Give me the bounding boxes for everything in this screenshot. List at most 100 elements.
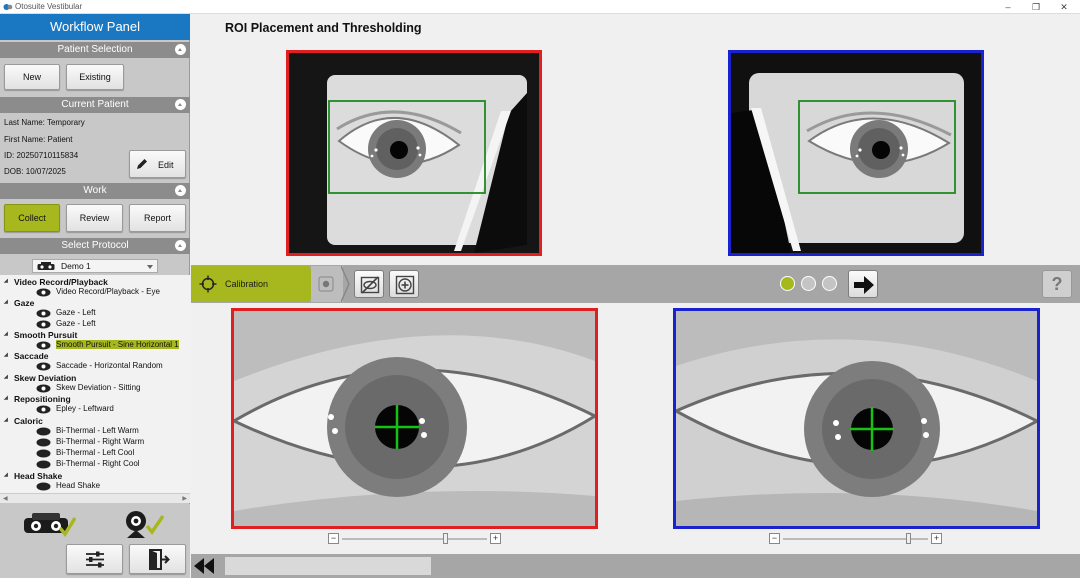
tree-group-head-shake[interactable]: Head Shake <box>4 471 62 481</box>
tree-group-smooth-pursuit[interactable]: Smooth Pursuit <box>4 330 77 340</box>
caloric-eye-icon <box>36 427 51 436</box>
left-threshold-increase-button[interactable]: + <box>490 533 501 544</box>
eye-icon <box>36 362 51 371</box>
collapse-icon[interactable] <box>175 44 186 55</box>
roi-left-eye-view[interactable] <box>286 50 542 256</box>
right-eye-camera-image <box>731 53 981 253</box>
tree-item-head-shake[interactable]: Head Shake <box>56 481 100 490</box>
workflow-panel: Workflow Panel Patient Selection New Exi… <box>0 14 190 578</box>
calibration-step-button[interactable]: Calibration <box>191 266 319 302</box>
tree-item-skew-deviation-sitting[interactable]: Skew Deviation - Sitting <box>56 383 140 392</box>
existing-patient-button[interactable]: Existing <box>66 64 124 90</box>
eye-icon <box>36 405 51 414</box>
calibration-toolbar: Calibration ? <box>191 265 1080 303</box>
right-threshold-slider[interactable]: − + <box>769 533 942 545</box>
edit-pencil-icon <box>137 159 147 169</box>
record-step-button[interactable] <box>311 266 343 302</box>
protocol-dropdown[interactable]: Demo 1 <box>32 259 158 273</box>
tree-group-skew-deviation[interactable]: Skew Deviation <box>4 373 76 383</box>
collapse-icon[interactable] <box>175 240 186 251</box>
tree-item-smooth-pursuit-sine[interactable]: Smooth Pursuit - Sine Horizontal 1 <box>56 340 179 349</box>
tree-item-epley-leftward[interactable]: Epley - Leftward <box>56 404 114 413</box>
left-eye-closeup-image <box>234 311 595 526</box>
exit-button[interactable] <box>129 544 186 574</box>
rewind-icon[interactable] <box>193 558 215 574</box>
patient-selection-header[interactable]: Patient Selection <box>0 42 190 58</box>
scroll-right-icon[interactable]: ▶ <box>182 495 187 502</box>
right-eye-closeup-image <box>676 311 1037 526</box>
tree-item-bithermal-left-warm[interactable]: Bi-Thermal - Left Warm <box>56 426 139 435</box>
new-patient-button[interactable]: New <box>4 64 60 90</box>
eye-icon <box>36 309 51 318</box>
left-threshold-slider[interactable]: − + <box>328 533 501 545</box>
calibration-step-label: Calibration <box>225 279 269 289</box>
add-roi-button[interactable] <box>389 270 419 298</box>
caloric-eye-icon <box>36 482 51 491</box>
settings-button[interactable] <box>66 544 123 574</box>
left-eye-tracking-view[interactable] <box>231 308 598 529</box>
edit-patient-button[interactable]: Edit <box>129 150 186 178</box>
right-threshold-thumb[interactable] <box>906 533 911 544</box>
tree-item-bithermal-right-warm[interactable]: Bi-Thermal - Right Warm <box>56 437 144 446</box>
tree-item-video-record-eye[interactable]: Video Record/Playback - Eye <box>56 287 160 296</box>
hide-roi-button[interactable] <box>354 270 384 298</box>
select-protocol-header[interactable]: Select Protocol <box>0 238 190 254</box>
close-button[interactable]: ✕ <box>1050 0 1078 14</box>
caloric-eye-icon <box>36 460 51 469</box>
tree-item-saccade-horizontal[interactable]: Saccade - Horizontal Random <box>56 361 163 370</box>
tree-horizontal-scrollbar[interactable]: ◀ ▶ <box>0 493 190 503</box>
left-eye-camera-image <box>289 53 539 253</box>
settings-sliders-icon <box>86 551 104 568</box>
page-title: ROI Placement and Thresholding <box>225 21 422 35</box>
camera-icon <box>126 511 164 538</box>
left-threshold-decrease-button[interactable]: − <box>328 533 339 544</box>
help-button[interactable]: ? <box>1042 270 1072 298</box>
next-step-button[interactable] <box>848 270 878 298</box>
scroll-left-icon[interactable]: ◀ <box>3 495 8 502</box>
step-dot-3 <box>822 276 837 291</box>
collapse-icon[interactable] <box>175 99 186 110</box>
current-patient-header[interactable]: Current Patient <box>0 97 190 113</box>
tree-group-caloric[interactable]: Caloric <box>4 416 43 426</box>
tree-group-saccade[interactable]: Saccade <box>4 351 48 361</box>
tree-item-bithermal-left-cool[interactable]: Bi-Thermal - Left Cool <box>56 448 134 457</box>
collapse-icon[interactable] <box>175 185 186 196</box>
goggles-icon <box>24 513 76 537</box>
left-threshold-thumb[interactable] <box>443 533 448 544</box>
work-header[interactable]: Work <box>0 183 190 199</box>
work-title: Work <box>83 185 107 196</box>
report-button[interactable]: Report <box>129 204 186 232</box>
right-threshold-increase-button[interactable]: + <box>931 533 942 544</box>
eye-icon <box>36 384 51 393</box>
right-threshold-decrease-button[interactable]: − <box>769 533 780 544</box>
workflow-panel-title: Workflow Panel <box>0 14 190 40</box>
window-title-bar: Otosuite Vestibular – ❐ ✕ <box>0 0 1080 14</box>
app-icon <box>3 4 13 10</box>
minimize-button[interactable]: – <box>994 0 1022 14</box>
add-roi-icon <box>395 275 415 295</box>
step-dot-1 <box>780 276 795 291</box>
playback-progress-field[interactable] <box>225 557 431 575</box>
playback-bar <box>191 554 1080 578</box>
tree-item-bithermal-right-cool[interactable]: Bi-Thermal - Right Cool <box>56 459 140 468</box>
patient-dob: DOB: 10/07/2025 <box>4 167 66 176</box>
collect-button[interactable]: Collect <box>4 204 60 232</box>
right-eye-tracking-view[interactable] <box>673 308 1040 529</box>
eye-icon <box>36 320 51 329</box>
main-area: ROI Placement and Thresholding Calibrati… <box>191 14 1080 578</box>
review-button[interactable]: Review <box>66 204 123 232</box>
protocol-dropdown-value: Demo 1 <box>61 261 91 271</box>
maximize-button[interactable]: ❐ <box>1022 0 1050 14</box>
roi-right-eye-view[interactable] <box>728 50 984 256</box>
exit-door-icon <box>149 549 170 570</box>
left-threshold-track <box>342 538 487 540</box>
eye-icon <box>36 341 51 350</box>
tree-item-gaze-left-2[interactable]: Gaze - Left <box>56 319 96 328</box>
tree-group-gaze[interactable]: Gaze <box>4 298 34 308</box>
tree-item-gaze-left-1[interactable]: Gaze - Left <box>56 308 96 317</box>
patient-id: ID: 20250710115834 <box>4 151 79 160</box>
tree-group-repositioning[interactable]: Repositioning <box>4 394 71 404</box>
caloric-eye-icon <box>36 438 51 447</box>
protocol-tree[interactable]: Video Record/Playback Video Record/Playb… <box>0 275 190 493</box>
tree-group-video-record[interactable]: Video Record/Playback <box>4 277 108 287</box>
